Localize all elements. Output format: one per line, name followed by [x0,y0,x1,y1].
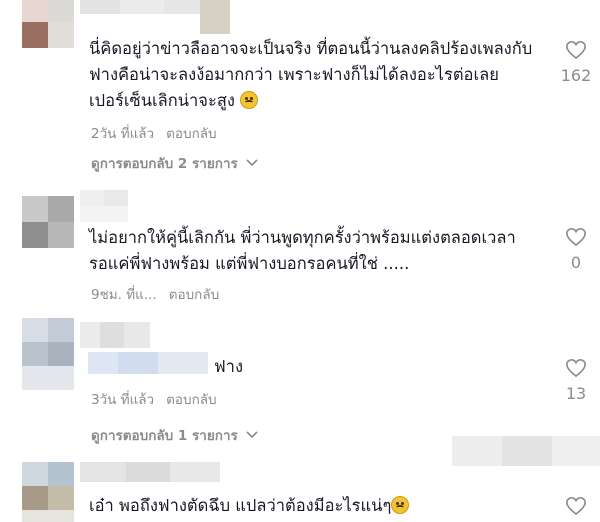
comment-meta: 9ชม. ที่แ... ตอบกลับ [91,283,219,305]
sad-face-emoji [240,91,259,109]
like-count: 13 [565,384,587,403]
like-button[interactable] [548,496,600,516]
top-right-blur [200,0,230,34]
avatar[interactable] [22,0,74,52]
comment-text: ฟาง [214,357,244,376]
like-count: 0 [570,253,582,272]
timestamp: 3วัน ที่แล้ว [91,392,155,408]
like-button[interactable]: 162 [548,40,600,85]
username-redacted[interactable] [80,462,230,482]
heart-icon [566,227,586,247]
comment-meta: 3วัน ที่แล้ว ตอบกลับ [91,388,217,410]
comment-meta: 2วัน ที่แล้ว ตอบกลับ [91,122,217,144]
like-count: 162 [560,66,592,85]
like-button[interactable]: 0 [548,227,600,272]
redacted-block [452,436,600,466]
username-redacted[interactable] [80,322,150,350]
comment-text: นี่คิดอยู่ว่าข่าวลืออาจจะเป็นจริง ที่ตอน… [89,39,533,110]
heart-icon [566,358,586,378]
username-redacted[interactable] [80,190,128,222]
comment-text: เอ๋า พอถึงฟางตัดฉึบ แปลว่าต้องมีอะไรแน่ๆ [89,493,539,519]
thinking-face-emoji [391,496,410,514]
avatar[interactable] [22,196,74,248]
mention-redacted[interactable] [88,352,208,374]
comment-text: ไม่อยากให้คู่นี้เลิกกัน พี่ว่านพูดทุกครั… [89,228,522,273]
reply-button[interactable]: ตอบกลับ [166,122,216,144]
reply-button[interactable]: ตอบกลับ [166,388,216,410]
view-replies-label: ดูการตอบกลับ 1 รายการ [91,428,238,444]
view-replies-button[interactable]: ดูการตอบกลับ 2 รายการ [91,152,258,174]
chevron-down-icon [246,431,258,439]
avatar[interactable] [22,318,74,390]
reply-button[interactable]: ตอบกลับ [169,283,219,305]
view-replies-button[interactable]: ดูการตอบกลับ 1 รายการ [91,424,258,446]
like-button[interactable]: 13 [548,358,600,403]
chevron-down-icon [246,159,258,167]
heart-icon [566,40,586,60]
timestamp: 2วัน ที่แล้ว [91,126,155,142]
avatar[interactable] [22,462,74,522]
timestamp: 9ชม. ที่แ... [91,287,157,303]
heart-icon [566,496,586,516]
view-replies-label: ดูการตอบกลับ 2 รายการ [91,156,238,172]
